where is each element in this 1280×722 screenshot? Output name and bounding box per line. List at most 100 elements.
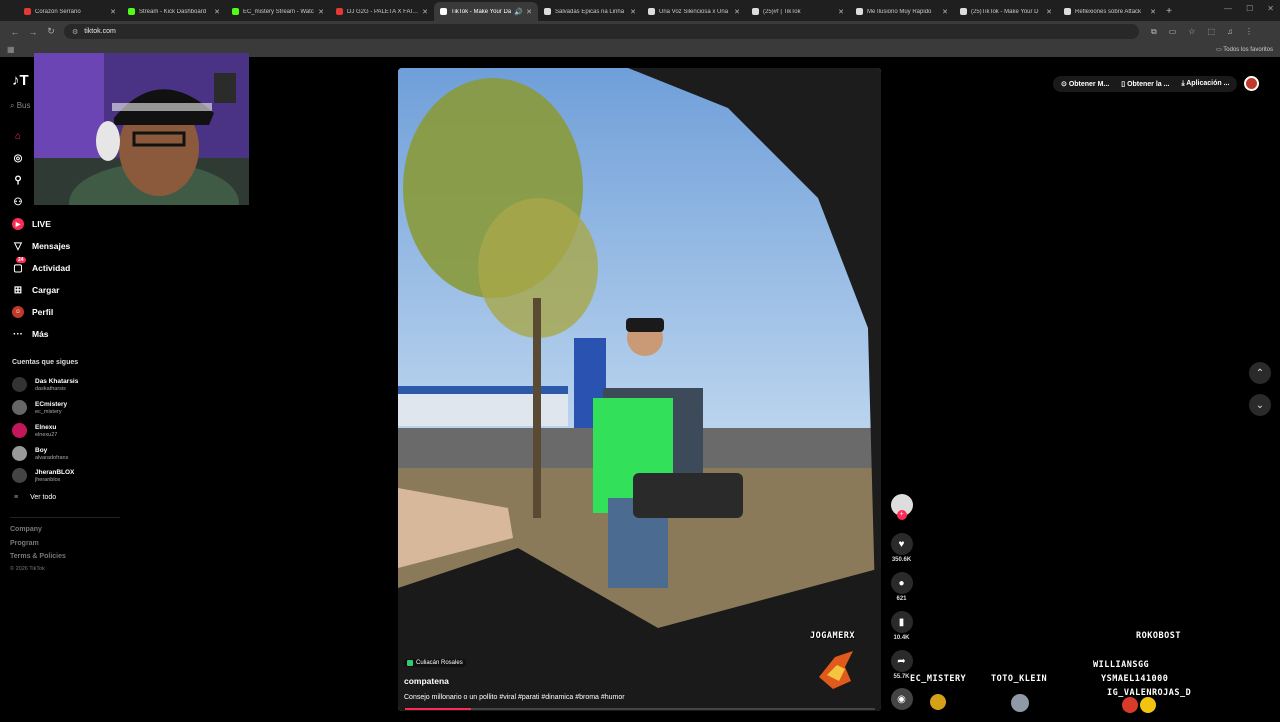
search-input[interactable]: ⌕ Bus bbox=[10, 101, 31, 111]
address-bar-row: ← → ↻ ⚙ tiktok.com ⧉ ▭ ☆ ⬚ ♫ ⋮ bbox=[0, 21, 1280, 42]
close-icon[interactable]: ✕ bbox=[630, 8, 636, 16]
footer-copyright: © 2026 TikTok bbox=[10, 566, 45, 572]
following-account[interactable]: Elnexu elnexu27 bbox=[12, 423, 57, 438]
previous-video-button[interactable]: ⌃ bbox=[1249, 362, 1271, 384]
browser-tab[interactable]: DJ G2G - PALETA X FAINT ✕ bbox=[330, 2, 434, 21]
follow-plus-icon[interactable]: + bbox=[896, 510, 907, 520]
close-icon[interactable]: ✕ bbox=[318, 8, 324, 16]
tab-title: (25)#f | TikTok bbox=[763, 8, 801, 15]
back-icon[interactable]: ← bbox=[6, 27, 24, 37]
video-player[interactable] bbox=[398, 68, 881, 711]
tiktok-logo[interactable]: ♪T bbox=[12, 72, 29, 89]
apps-grid-icon[interactable]: ▦ bbox=[7, 45, 15, 54]
tab-favicon bbox=[648, 8, 655, 15]
account-handle: alvaradofrans bbox=[35, 454, 69, 461]
browser-tab[interactable]: Stream - Kick Dashboard ✕ bbox=[122, 2, 226, 21]
video-location-tag[interactable]: Culiacán Rosales bbox=[404, 659, 466, 667]
translate-icon[interactable]: ⧉ bbox=[1151, 27, 1157, 37]
nav-following[interactable]: ⚲ bbox=[12, 174, 32, 186]
user-avatar[interactable] bbox=[1244, 76, 1259, 91]
speaker-icon[interactable]: 🔊 bbox=[514, 8, 523, 16]
browser-tab[interactable]: Reflexiones sobre Attack ✕ bbox=[1058, 2, 1162, 21]
maximize-icon[interactable]: ☐ bbox=[1246, 4, 1253, 13]
browser-tab[interactable]: (25)#f | TikTok ✕ bbox=[746, 2, 850, 21]
nav-explore[interactable]: ◎ bbox=[12, 152, 32, 164]
nav-activity[interactable]: ▢ 24 Actividad bbox=[12, 257, 70, 274]
star-icon[interactable]: ☆ bbox=[1188, 27, 1195, 36]
send-icon: ▽ bbox=[14, 240, 22, 252]
video-frame bbox=[398, 68, 881, 711]
following-account[interactable]: ECmistery ec_mistery bbox=[12, 400, 67, 415]
extensions-icon[interactable]: ⬚ bbox=[1207, 27, 1215, 36]
nav-upload[interactable]: ⊞ Cargar bbox=[12, 284, 60, 296]
close-icon[interactable]: ✕ bbox=[110, 8, 116, 16]
get-coins-button[interactable]: ⊙ Obtener M... bbox=[1061, 80, 1109, 88]
close-icon[interactable]: ✕ bbox=[942, 8, 948, 16]
following-account[interactable]: Das Khatarsis daskatharsis bbox=[12, 377, 78, 392]
like-button[interactable]: ♥ 350.6K bbox=[889, 533, 914, 563]
browser-tab[interactable]: (25)TikTok - Make Your D ✕ bbox=[954, 2, 1058, 21]
avatar bbox=[12, 400, 27, 415]
browser-tab[interactable]: Una Voz Silenciosa x Una ✕ bbox=[642, 2, 746, 21]
footer-program-link[interactable]: Program bbox=[10, 540, 39, 547]
save-button[interactable]: ▮ 10.4K bbox=[889, 611, 914, 641]
browser-tab[interactable]: EC_mistery Stream - Watc ✕ bbox=[226, 2, 330, 21]
bird-sprite-image bbox=[815, 647, 857, 695]
share-count: 55.7K bbox=[893, 674, 910, 680]
comment-count: 621 bbox=[896, 596, 907, 602]
nav-live[interactable]: ▶ LIVE bbox=[12, 218, 51, 230]
all-bookmarks-folder[interactable]: ▭ Todos los favoritos bbox=[1216, 46, 1273, 53]
footer-company-link[interactable]: Company bbox=[10, 526, 42, 533]
browser-tab-active[interactable]: TikTok - Make Your Da 🔊 ✕ bbox=[434, 2, 538, 21]
close-icon[interactable]: ✕ bbox=[526, 8, 532, 16]
tab-title: EC_mistery Stream - Watc bbox=[243, 8, 314, 15]
account-name: JheranBLOX bbox=[35, 468, 75, 476]
new-tab-button[interactable]: + bbox=[1162, 2, 1176, 21]
media-icon[interactable]: ♫ bbox=[1227, 27, 1233, 36]
stream-overlay-name: JOGAMERX bbox=[810, 631, 855, 641]
nav-profile[interactable]: ☺ Perfil bbox=[12, 306, 53, 318]
account-name: ECmistery bbox=[35, 400, 68, 408]
following-account[interactable]: JheranBLOX jheranblox bbox=[12, 468, 74, 483]
music-disc-button[interactable]: ◉ bbox=[889, 688, 914, 710]
close-icon[interactable]: ✕ bbox=[1150, 8, 1156, 16]
minimize-icon[interactable]: — bbox=[1224, 4, 1232, 13]
stream-overlay-name: TOTO_KLEIN bbox=[991, 674, 1048, 684]
site-info-icon[interactable]: ⚙ bbox=[72, 28, 78, 36]
browser-tab[interactable]: Salvadas Épicas na Linha ✕ bbox=[538, 2, 642, 21]
close-window-icon[interactable]: ✕ bbox=[1267, 4, 1274, 13]
more-icon: ··· bbox=[13, 328, 23, 340]
following-account[interactable]: Boy alvaradofrans bbox=[12, 446, 68, 461]
menu-icon[interactable]: ⋮ bbox=[1245, 27, 1253, 36]
browser-tab[interactable]: Me Ilusiono Muy Rápido ✕ bbox=[850, 2, 954, 21]
forward-icon[interactable]: → bbox=[24, 27, 42, 37]
see-all-link[interactable]: ≡ Ver todo bbox=[14, 494, 56, 501]
close-icon[interactable]: ✕ bbox=[214, 8, 220, 16]
nav-messages[interactable]: ▽ Mensajes bbox=[12, 240, 70, 252]
url-field[interactable]: ⚙ tiktok.com bbox=[64, 24, 1139, 39]
close-icon[interactable]: ✕ bbox=[422, 8, 428, 16]
close-icon[interactable]: ✕ bbox=[1046, 8, 1052, 16]
video-progress-bar[interactable] bbox=[405, 708, 875, 710]
reload-icon[interactable]: ↻ bbox=[42, 26, 60, 37]
close-icon[interactable]: ✕ bbox=[734, 8, 740, 16]
sprite-image bbox=[928, 691, 948, 713]
avatar bbox=[12, 423, 27, 438]
webcam-overlay bbox=[34, 53, 249, 205]
account-name: Boy bbox=[35, 446, 48, 454]
next-video-button[interactable]: ⌄ bbox=[1249, 394, 1271, 416]
nav-friends[interactable]: ⚇ bbox=[12, 196, 32, 208]
video-username[interactable]: compatena bbox=[404, 676, 449, 686]
nav-home[interactable]: ⌂ bbox=[12, 130, 32, 142]
creator-avatar-button[interactable]: + bbox=[889, 494, 914, 520]
cast-icon[interactable]: ▭ bbox=[1169, 27, 1177, 36]
desktop-app-button[interactable]: ⤓ Aplicación ... bbox=[1181, 80, 1229, 88]
get-app-button[interactable]: ▯ Obtener la ... bbox=[1121, 80, 1169, 88]
tab-favicon bbox=[960, 8, 967, 15]
tab-favicon bbox=[128, 8, 135, 15]
nav-more[interactable]: ··· Más bbox=[12, 328, 49, 340]
footer-terms-link[interactable]: Terms & Policies bbox=[10, 553, 66, 560]
comment-button[interactable]: ● 621 bbox=[889, 572, 914, 602]
close-icon[interactable]: ✕ bbox=[838, 8, 844, 16]
browser-tab[interactable]: Corazón Serrano ✕ bbox=[18, 2, 122, 21]
